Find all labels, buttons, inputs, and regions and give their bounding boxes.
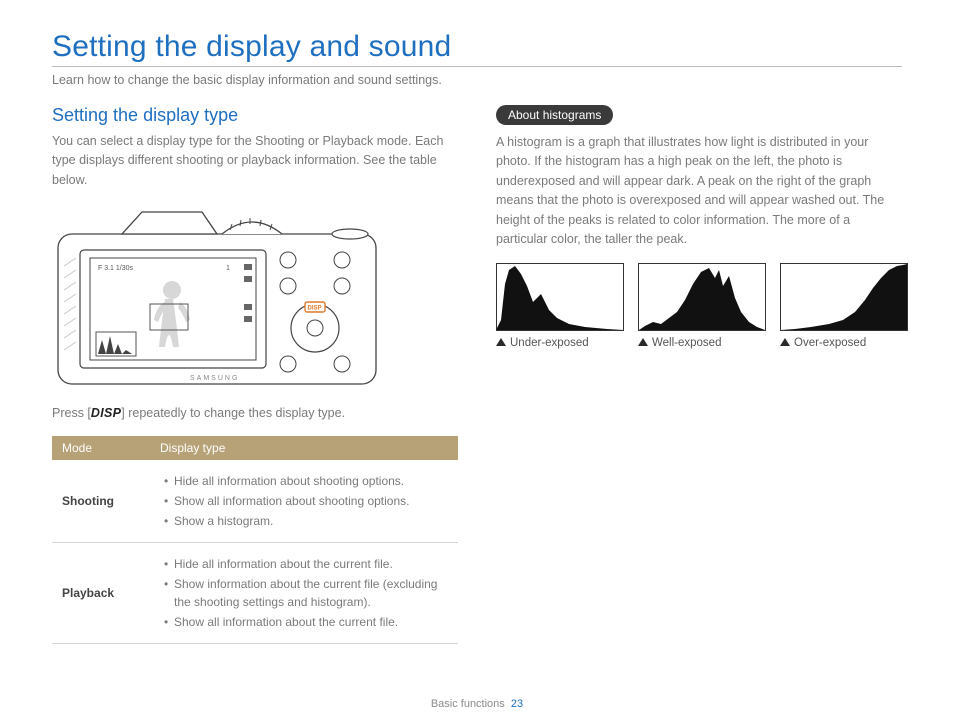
list-item: Show a histogram. bbox=[164, 512, 448, 530]
disp-button-label: DISP bbox=[308, 306, 322, 312]
triangle-icon bbox=[780, 338, 790, 346]
right-column: About histograms A histogram is a graph … bbox=[496, 105, 902, 644]
press-instruction: Press [DISP] repeatedly to change thes d… bbox=[52, 406, 458, 420]
th-mode: Mode bbox=[52, 436, 150, 460]
page-footer: Basic functions 23 bbox=[0, 698, 954, 710]
list-item: Hide all information about the current f… bbox=[164, 555, 448, 573]
th-display-type: Display type bbox=[150, 436, 458, 460]
footer-page: 23 bbox=[511, 698, 523, 710]
press-pre: Press [ bbox=[52, 406, 91, 420]
footer-section: Basic functions bbox=[431, 698, 505, 710]
histo-label: Well-exposed bbox=[652, 337, 721, 349]
camera-illustration: F 3.1 1/30s 1 bbox=[52, 204, 458, 394]
options-cell: Hide all information about the current f… bbox=[150, 543, 458, 644]
triangle-icon bbox=[638, 338, 648, 346]
display-type-table: Mode Display type Shooting Hide all info… bbox=[52, 436, 458, 644]
left-column: Setting the display type You can select … bbox=[52, 105, 458, 644]
table-row: Playback Hide all information about the … bbox=[52, 543, 458, 644]
press-post: ] repeatedly to change thes display type… bbox=[121, 406, 345, 420]
table-row: Shooting Hide all information about shoo… bbox=[52, 460, 458, 543]
camera-brand: SAMSUNG bbox=[190, 375, 239, 382]
triangle-icon bbox=[496, 338, 506, 346]
mode-cell: Shooting bbox=[52, 460, 150, 543]
histogram-well: Well-exposed bbox=[638, 263, 766, 349]
title-rule bbox=[52, 66, 902, 67]
about-histograms-pill: About histograms bbox=[496, 105, 613, 125]
about-body: A histogram is a graph that illustrates … bbox=[496, 133, 902, 249]
list-item: Hide all information about shooting opti… bbox=[164, 472, 448, 490]
intro-text: Learn how to change the basic display in… bbox=[52, 73, 902, 87]
histo-label: Under-exposed bbox=[510, 337, 589, 349]
page-title: Setting the display and sound bbox=[52, 30, 902, 64]
list-item: Show information about the current file … bbox=[164, 575, 448, 611]
histogram-over: Over-exposed bbox=[780, 263, 908, 349]
lcd-right-text: 1 bbox=[226, 265, 230, 272]
histo-label: Over-exposed bbox=[794, 337, 866, 349]
lcd-top-text: F 3.1 1/30s bbox=[98, 265, 134, 272]
section-heading: Setting the display type bbox=[52, 105, 458, 126]
options-cell: Hide all information about shooting opti… bbox=[150, 460, 458, 543]
histogram-under: Under-exposed bbox=[496, 263, 624, 349]
section-body: You can select a display type for the Sh… bbox=[52, 132, 458, 190]
disp-label: DISP bbox=[91, 406, 121, 420]
list-item: Show all information about shooting opti… bbox=[164, 492, 448, 510]
mode-cell: Playback bbox=[52, 543, 150, 644]
histogram-row: Under-exposed Well-exposed Over-exposed bbox=[496, 263, 902, 349]
list-item: Show all information about the current f… bbox=[164, 613, 448, 631]
